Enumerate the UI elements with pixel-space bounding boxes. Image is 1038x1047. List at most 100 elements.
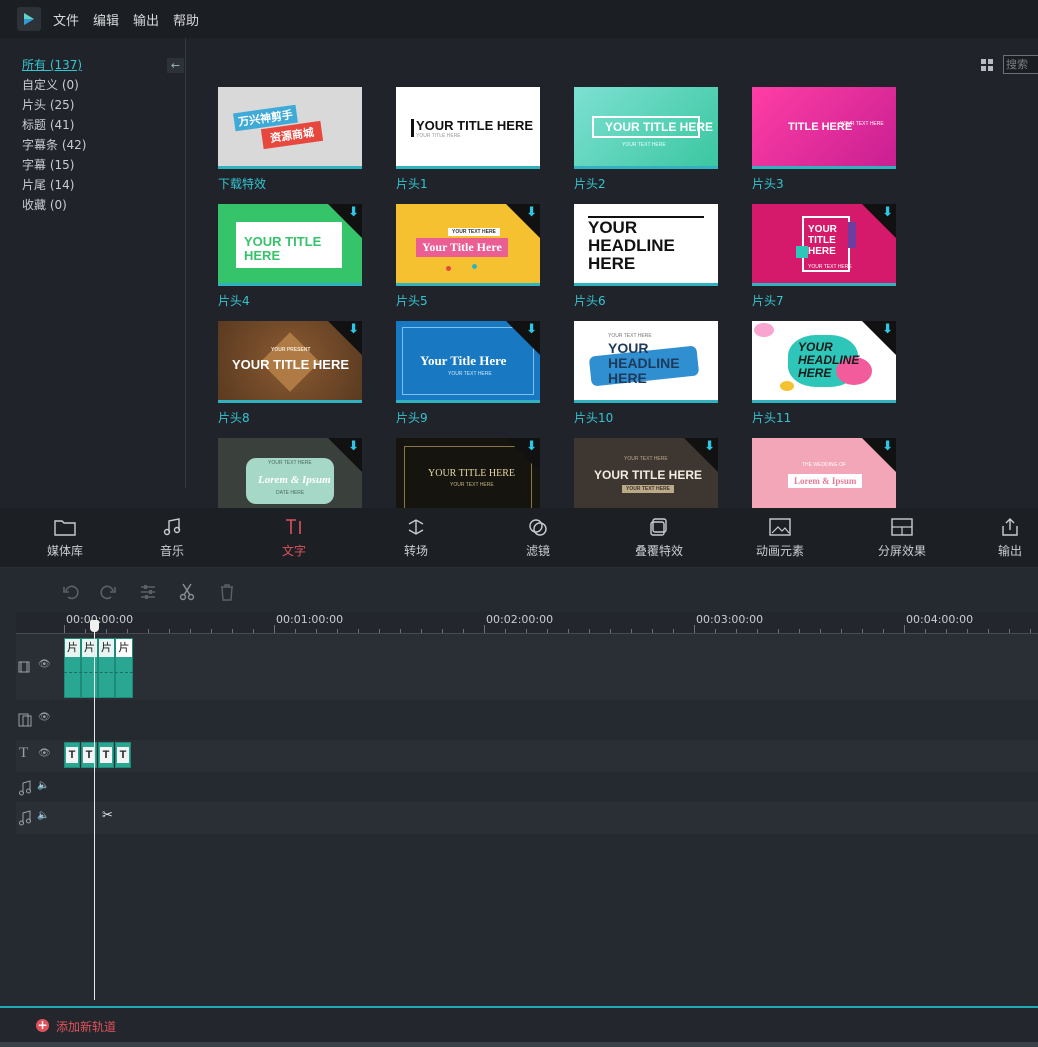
effect-tile[interactable]: YOUR HEADLINE HERE ⬇ 片头11 [752,321,896,426]
playhead-handle[interactable] [90,620,99,632]
effect-tile[interactable]: YOUR TEXT HERE Lorem & Ipsum DATE HERE ⬇ [218,438,362,508]
category-favorites[interactable]: 收藏 (0) [22,196,67,213]
tool-filter[interactable]: 滤镜 [498,518,578,559]
menu-edit[interactable]: 编辑 [93,10,119,29]
redo-icon[interactable] [99,583,117,601]
app-logo-icon[interactable] [17,7,41,31]
category-credits[interactable]: 片尾 (14) [22,176,74,193]
grid-view-icon[interactable] [981,59,994,72]
effect-tile[interactable]: YOUR TEXT HERE YOUR HEADLINE HERE 片头10 [574,321,718,426]
eye-icon[interactable]: 👁 [38,712,51,723]
effect-tile[interactable]: Your Title Here YOUR TEXT HERE ⬇ 片头9 [396,321,540,426]
effect-tile[interactable]: YOUR TITLE HERE YOUR TEXT HERE ⬇ 片头7 [752,204,896,309]
ruler-tick [442,629,443,633]
track-lane[interactable]: T T T T [64,740,1038,772]
ruler-tick [925,629,926,633]
eye-icon[interactable]: 👁 [38,659,51,670]
track-lane[interactable]: 片 片 片 片 [64,634,1038,700]
os-taskbar [0,1042,1038,1047]
tool-split-screen[interactable]: 分屏效果 [862,518,942,559]
collapse-sidebar-button[interactable]: ← [167,58,184,73]
effect-label: 片头7 [752,294,784,308]
category-titles[interactable]: 标题 (41) [22,116,74,133]
track-lane[interactable] [64,774,1038,802]
effect-thumbnail: YOUR PRESENT YOUR TITLE HERE ⬇ [218,321,362,403]
download-icon[interactable]: ⬇ [704,440,715,453]
video-clip[interactable]: 片 [64,638,81,698]
text-icon [286,519,301,534]
tool-elements[interactable]: 动画元素 [740,518,820,559]
undo-icon[interactable] [62,583,80,601]
playhead-line[interactable] [94,626,95,1000]
tool-media[interactable]: 媒体库 [25,518,105,559]
ruler-tick [505,629,506,633]
effect-tile[interactable]: 万兴神剪手 资源商城 下载特效 [218,87,362,192]
menu-help[interactable]: 帮助 [173,10,199,29]
category-all[interactable]: 所有 (137) [22,56,82,73]
ruler-tick [883,629,884,633]
tool-text[interactable]: 文字 [254,518,334,559]
ruler-tick [421,629,422,633]
download-icon[interactable]: ⬇ [882,323,893,336]
scissors-icon[interactable] [178,583,196,601]
download-icon[interactable]: ⬇ [348,323,359,336]
effect-thumbnail: YOUR TITLE HERE YOUR TITLE HERE [396,87,540,169]
add-icon[interactable]: + [36,1019,49,1032]
effect-tile[interactable]: YOUR TITLE HERE YOUR TITLE HERE 片头1 [396,87,540,192]
video-track: 👁 片 片 片 片 [16,634,1038,700]
effect-tile[interactable]: YOUR TEXT HERE YOUR TITLE HERE YOUR TEXT… [574,438,718,508]
speaker-icon[interactable]: 🔈 [37,810,49,821]
effect-tile[interactable]: YOUR HEADLINE HERE 片头6 [574,204,718,309]
export-icon [1002,518,1018,536]
tool-transition[interactable]: 转场 [376,518,456,559]
tool-export[interactable]: 输出 [982,518,1038,559]
ruler-tick [232,629,233,633]
effect-tile[interactable]: YOUR TITLE HERE YOUR TEXT HERE ⬇ [396,438,540,508]
menu-file[interactable]: 文件 [53,10,79,29]
effect-tile[interactable]: YOUR TITLE HERE YOUR TEXT HERE 片头2 [574,87,718,192]
download-icon[interactable]: ⬇ [882,440,893,453]
download-icon[interactable]: ⬇ [526,323,537,336]
text-clip[interactable]: T [98,742,114,768]
category-subtitles[interactable]: 字幕 (15) [22,156,74,173]
category-opener[interactable]: 片头 (25) [22,96,74,113]
download-icon[interactable]: ⬇ [348,440,359,453]
download-icon[interactable]: ⬇ [348,206,359,219]
effect-tile[interactable]: THE WEDDING OF Lorem & Ipsum ⬇ [752,438,896,508]
adjust-icon[interactable] [139,583,157,601]
menu-export[interactable]: 输出 [133,10,159,29]
trash-icon[interactable] [218,583,236,601]
ruler-tick [988,629,989,633]
tool-overlay[interactable]: 叠覆特效 [619,518,699,559]
effect-tile[interactable]: YOUR TITLE HERE ⬇ 片头4 [218,204,362,309]
effect-label: 片头6 [574,294,606,308]
text-clip[interactable]: T [64,742,80,768]
ruler-tick [736,629,737,633]
track-lane[interactable]: ✂ [64,802,1038,834]
search-input[interactable]: 搜索 [1003,55,1038,74]
timeline-ruler[interactable]: 00:00:00:00 00:01:00:00 00:02:00:00 00:0… [16,612,1038,634]
video-clip[interactable]: 片 [98,638,115,698]
effect-tile[interactable]: YOUR PRESENT YOUR TITLE HERE ⬇ 片头8 [218,321,362,426]
tool-music[interactable]: 音乐 [132,518,212,559]
eye-icon[interactable]: 👁 [38,748,51,759]
download-icon[interactable]: ⬇ [882,206,893,219]
effect-thumbnail: YOUR TITLE HERE ⬇ [218,204,362,286]
effect-tile[interactable]: YOUR TEXT HERE Your Title Here ⬇ 片头5 [396,204,540,309]
text-clip[interactable]: T [115,742,131,768]
video-clip[interactable]: 片 [81,638,98,698]
track-header: 🔈 [16,802,64,834]
ruler-tick [967,629,968,633]
add-track-button[interactable]: 添加新轨道 [56,1018,116,1035]
effect-tile[interactable]: TITLE HERE YOUR TEXT HERE 片头3 [752,87,896,192]
ruler-tick [904,625,905,633]
download-icon[interactable]: ⬇ [526,440,537,453]
video-clip[interactable]: 片 [115,638,133,698]
track-lane[interactable] [64,702,1038,738]
speaker-icon[interactable]: 🔈 [37,780,49,791]
download-icon[interactable]: ⬇ [526,206,537,219]
category-lower-thirds[interactable]: 字幕条 (42) [22,136,86,153]
effect-label: 片头10 [574,411,614,425]
category-custom[interactable]: 自定义 (0) [22,76,79,93]
effect-thumbnail: YOUR TEXT HERE YOUR HEADLINE HERE [574,321,718,403]
